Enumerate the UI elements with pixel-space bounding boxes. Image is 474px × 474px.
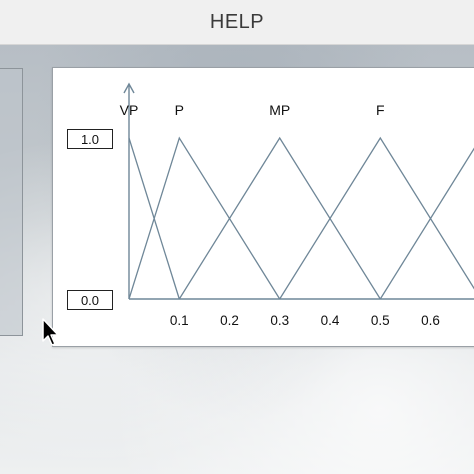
x-tick-label: 0.4 (321, 313, 340, 328)
x-tick-label: 0.2 (220, 313, 239, 328)
series-line-m (379, 147, 474, 300)
title-bar[interactable]: HELP (0, 0, 474, 45)
window-title: HELP (209, 10, 265, 33)
series-label-mp: MP (269, 102, 290, 118)
x-tick-label: 0.3 (270, 313, 289, 328)
x-tick-label: 0.1 (170, 313, 189, 328)
series-line-p (128, 136, 281, 300)
series-label-f: F (376, 102, 385, 118)
membership-chart-panel: 1.0 0.0 VPPMPFM0.10.20.30.40.50.6 (52, 67, 474, 347)
membership-chart: VPPMPFM0.10.20.30.40.50.6 (120, 82, 474, 328)
x-tick-label: 0.6 (421, 313, 440, 328)
help-window: HELP 1.0 0.0 VPPMPFM0.10.20.30.40.50.6 (0, 0, 474, 474)
series-label-vp: VP (120, 102, 139, 118)
x-tick-label: 0.5 (371, 313, 390, 328)
series-line-f (279, 136, 474, 300)
series-label-p: P (175, 102, 184, 118)
series-line-mp (178, 136, 381, 300)
left-side-panel (0, 68, 23, 336)
mouse-cursor-icon (42, 318, 62, 353)
